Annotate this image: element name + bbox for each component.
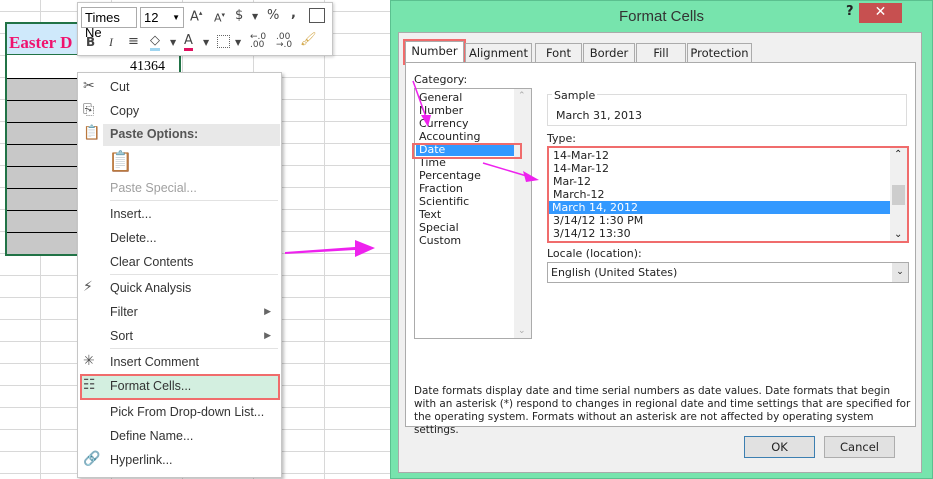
locale-select[interactable]: English (United States) ⌄ (547, 262, 909, 283)
format-cells-icon: ☷ (83, 377, 96, 393)
menu-item-copy[interactable]: Copy (110, 104, 139, 118)
menu-item-insert[interactable]: Insert... (110, 207, 152, 221)
mini-toolbar: Times Ne 12 ▼ A▴ A▾ $ ▼ % , B I ≡ ◇ ▼ A ▼… (77, 2, 333, 56)
chevron-down-icon[interactable]: ⌄ (892, 263, 908, 282)
sample-value: March 31, 2013 (556, 109, 643, 122)
submenu-arrow-icon: ▶ (264, 307, 271, 317)
type-item[interactable]: 3/14/12 13:30 (553, 227, 631, 240)
type-item[interactable]: March 14, 2012 (549, 201, 890, 214)
format-table-icon[interactable] (309, 8, 325, 23)
percent-icon[interactable]: % (267, 8, 279, 23)
category-item[interactable]: Text (419, 208, 441, 221)
font-name-box[interactable]: Times Ne (81, 7, 137, 40)
menu-item-define-name[interactable]: Define Name... (110, 429, 193, 443)
sample-label: Sample (552, 89, 598, 102)
italic-icon[interactable]: I (109, 35, 113, 50)
menu-item-quick-analysis[interactable]: Quick Analysis (110, 281, 191, 295)
fill-dropdown-icon[interactable]: ▼ (170, 38, 176, 47)
scissors-icon: ✂ (83, 78, 95, 94)
decrease-font-icon[interactable]: A▾ (214, 11, 225, 25)
menu-item-clear-contents[interactable]: Clear Contents (110, 255, 193, 269)
type-scrollbar[interactable]: ⌃ ⌄ (890, 148, 907, 241)
center-icon[interactable]: ≡ (128, 34, 139, 49)
comment-icon: ✳ (83, 353, 95, 369)
tab-border[interactable]: Border (583, 43, 635, 62)
tab-protection[interactable]: Protection (687, 43, 752, 62)
locale-value: English (United States) (551, 266, 678, 279)
menu-separator (110, 348, 278, 349)
font-size: 12 (144, 10, 159, 25)
type-item[interactable]: 14-Mar-12 (553, 162, 609, 175)
tab-number[interactable]: Number (403, 39, 466, 65)
format-description: Date formats display date and time seria… (414, 385, 911, 436)
category-item[interactable]: Special (419, 221, 459, 234)
bold-icon[interactable]: B (86, 35, 95, 49)
menu-item-delete[interactable]: Delete... (110, 231, 157, 245)
dollar-icon[interactable]: $ (235, 8, 243, 23)
ok-button[interactable]: OK (744, 436, 815, 458)
borders-dropdown-icon[interactable]: ▼ (235, 38, 241, 47)
tab-font[interactable]: Font (535, 43, 582, 62)
menu-item-filter[interactable]: Filter (110, 305, 138, 319)
cancel-button[interactable]: Cancel (824, 436, 895, 458)
close-button[interactable]: ✕ (859, 3, 902, 23)
hyperlink-icon: 🔗 (83, 451, 101, 467)
increase-decimal-icon[interactable]: ←.0.00 (250, 33, 266, 50)
increase-font-icon[interactable]: A▴ (190, 9, 202, 24)
dollar-dropdown-icon[interactable]: ▼ (252, 12, 258, 21)
type-list[interactable]: 14-Mar-12 14-Mar-12 Mar-12 March-12 March 14… (547, 146, 909, 243)
tab-fill[interactable]: Fill (636, 43, 686, 62)
font-size-box[interactable]: 12 ▼ (140, 7, 184, 28)
format-cells-dialog: Format Cells ? ✕ Number Alignment Font Bord… (390, 0, 933, 479)
menu-item-insert-comment[interactable]: Insert Comment (110, 355, 199, 369)
menu-item-paste-options: Paste Options: (110, 127, 199, 141)
type-item[interactable]: Mar-12 (553, 175, 591, 188)
paste-clipboard-icon[interactable]: 📋 (108, 149, 133, 173)
menu-item-pick-from-drop-down-list[interactable]: Pick From Drop-down List... (110, 405, 264, 419)
type-item[interactable]: 3/14/12 1:30 PM (553, 214, 643, 227)
category-item[interactable]: Custom (419, 234, 461, 247)
menu-item-sort[interactable]: Sort (110, 329, 133, 343)
locale-label: Locale (location): (547, 247, 642, 260)
submenu-arrow-icon: ▶ (264, 331, 271, 341)
format-painter-icon[interactable]: 🖌 (300, 32, 317, 47)
paste-icon: 📋 (83, 125, 101, 141)
annotation-arrows (412, 80, 539, 182)
borders-icon[interactable] (217, 35, 230, 48)
menu-item-hyperlink[interactable]: Hyperlink... (110, 453, 173, 467)
menu-separator (110, 274, 278, 275)
font-color-icon[interactable]: A (184, 33, 193, 51)
type-scroll-thumb[interactable] (892, 185, 905, 205)
quick-analysis-icon: ⚡ (83, 279, 93, 295)
comma-icon[interactable]: , (291, 6, 296, 21)
menu-separator (110, 200, 278, 201)
decrease-decimal-icon[interactable]: .00 →.0 (276, 33, 292, 50)
pink-arrow (285, 240, 375, 257)
category-item[interactable]: Scientific (419, 195, 469, 208)
font-color-dropdown-icon[interactable]: ▼ (203, 38, 209, 47)
fill-color-icon[interactable]: ◇ (150, 33, 160, 51)
type-item[interactable]: March-12 (553, 188, 605, 201)
tab-alignment[interactable]: Alignment (465, 43, 532, 62)
menu-item-format-cells[interactable]: Format Cells... (110, 379, 191, 393)
help-button[interactable]: ? (846, 4, 854, 19)
copy-icon: ⎘ (83, 102, 95, 118)
type-item[interactable]: 14-Mar-12 (553, 149, 609, 162)
menu-item-cut[interactable]: Cut (110, 80, 129, 94)
context-menu: Cut ✂ Copy ⎘ Paste Options: 📋 Paste Special...… (77, 72, 282, 478)
menu-item-paste-special[interactable]: Paste Special... (110, 181, 197, 195)
